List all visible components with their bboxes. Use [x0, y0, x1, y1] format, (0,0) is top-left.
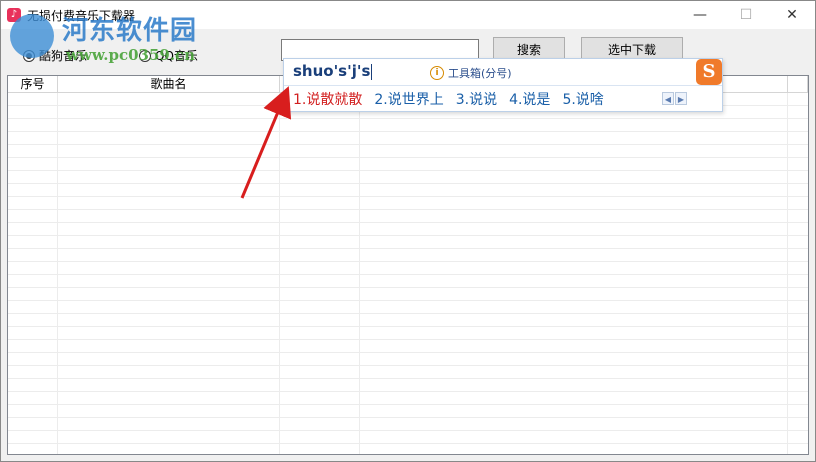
- arrow-line: [240, 86, 292, 199]
- annotation-arrow: [240, 86, 292, 199]
